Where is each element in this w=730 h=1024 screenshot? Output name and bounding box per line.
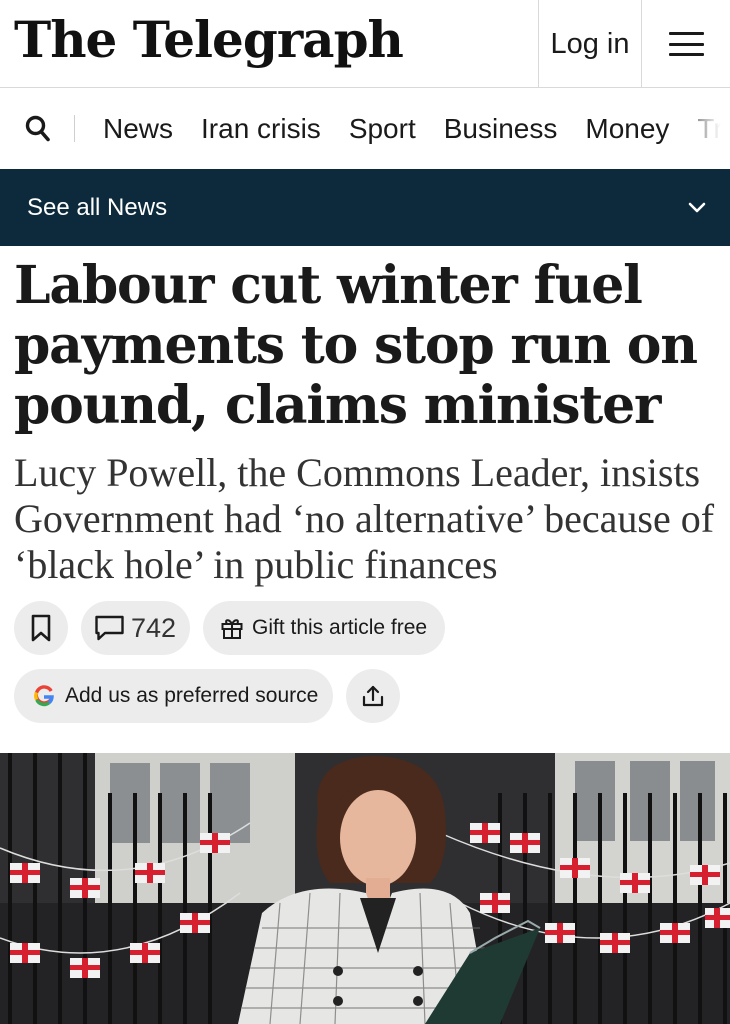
nav-item-news[interactable]: News — [103, 113, 173, 145]
article-standfirst: Lucy Powell, the Commons Leader, insists… — [14, 450, 715, 587]
see-all-news-bar[interactable]: See all News — [0, 169, 730, 246]
gift-article-label: Gift this article free — [252, 616, 428, 639]
login-button[interactable]: Log in — [538, 0, 642, 88]
share-button[interactable] — [346, 669, 400, 723]
chevron-down-icon — [688, 202, 706, 212]
hamburger-menu-icon — [668, 32, 704, 56]
comment-icon — [95, 615, 124, 641]
nav-items: News Iran crisis Sport Business Money Tr — [103, 88, 730, 169]
comments-button[interactable]: 742 — [81, 601, 190, 655]
article-headline: Labour cut winter fuel payments to stop … — [14, 255, 698, 436]
search-button[interactable] — [25, 115, 51, 143]
section-nav: News Iran crisis Sport Business Money Tr — [0, 88, 730, 169]
gift-article-button[interactable]: Gift this article free — [203, 601, 445, 655]
share-icon — [362, 685, 384, 707]
bookmark-button[interactable] — [14, 601, 68, 655]
nav-divider — [74, 115, 75, 142]
see-all-news-label: See all News — [27, 193, 168, 221]
nav-item-iran-crisis[interactable]: Iran crisis — [201, 113, 321, 145]
preferred-source-label: Add us as preferred source — [65, 684, 319, 707]
menu-button[interactable] — [642, 0, 730, 88]
nav-fade — [670, 88, 730, 169]
site-header: The Telegraph Log in — [0, 0, 730, 88]
search-icon — [25, 115, 50, 142]
bookmark-icon — [31, 614, 51, 642]
preferred-source-button[interactable]: Add us as preferred source — [14, 669, 333, 723]
nav-item-money[interactable]: Money — [585, 113, 669, 145]
google-icon — [34, 685, 54, 707]
nav-item-business[interactable]: Business — [444, 113, 558, 145]
article-hero-image — [0, 753, 730, 1024]
comment-count: 742 — [131, 612, 177, 643]
site-logo[interactable]: The Telegraph — [14, 4, 404, 76]
nav-item-sport[interactable]: Sport — [349, 113, 416, 145]
gift-icon — [221, 619, 243, 639]
